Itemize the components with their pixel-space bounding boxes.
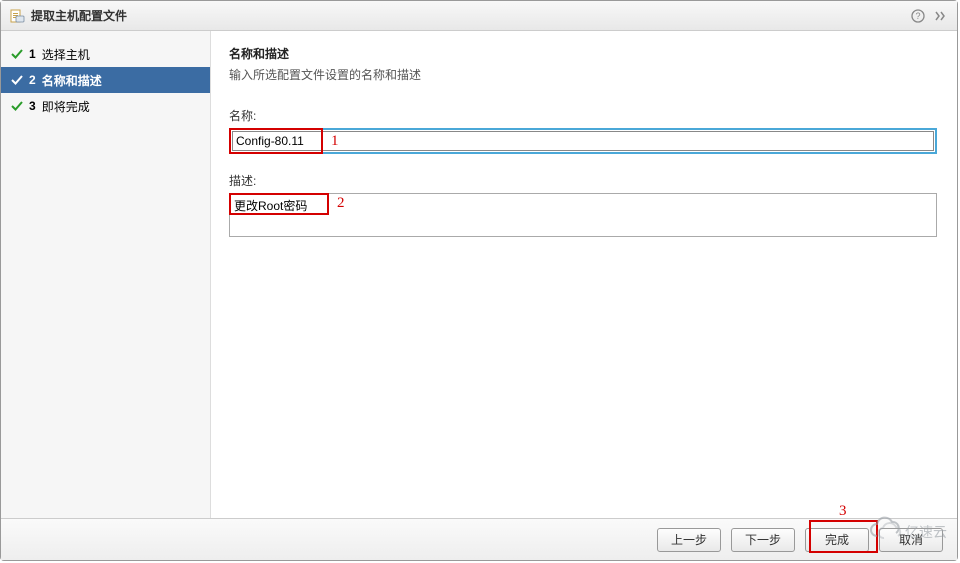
name-field-row: 名称: 1	[229, 107, 937, 154]
cancel-button[interactable]: 取消	[879, 528, 943, 552]
check-icon	[9, 98, 25, 114]
next-button[interactable]: 下一步	[731, 528, 795, 552]
wizard-dialog: 提取主机配置文件 ? 1 选择主机	[0, 0, 958, 561]
wizard-footer: 上一步 下一步 完成 取消	[1, 518, 957, 560]
finish-button[interactable]: 完成	[805, 528, 869, 552]
step-label: 名称和描述	[42, 72, 102, 89]
check-icon	[9, 72, 25, 88]
annotation-number-3: 3	[839, 503, 847, 520]
host-profile-icon	[9, 8, 25, 24]
step-number: 3	[29, 99, 36, 113]
prev-button[interactable]: 上一步	[657, 528, 721, 552]
name-label: 名称:	[229, 107, 937, 124]
main-subheading: 输入所选配置文件设置的名称和描述	[229, 66, 937, 83]
wizard-step-select-host[interactable]: 1 选择主机	[1, 41, 210, 67]
wizard-step-ready[interactable]: 3 即将完成	[1, 93, 210, 119]
desc-field-row: 描述: 2	[229, 172, 937, 240]
dialog-body: 1 选择主机 2 名称和描述 3 即将完成 名称和描述 输入所选配置文件设置的名…	[1, 31, 957, 518]
wizard-main: 名称和描述 输入所选配置文件设置的名称和描述 名称: 1 描述: 2	[211, 31, 957, 518]
wizard-sidebar: 1 选择主机 2 名称和描述 3 即将完成	[1, 31, 211, 518]
help-icon[interactable]: ?	[909, 7, 927, 25]
step-number: 1	[29, 47, 36, 61]
profile-desc-input[interactable]	[229, 193, 937, 237]
annotation-number-1: 1	[331, 133, 339, 150]
dialog-title: 提取主机配置文件	[31, 7, 905, 24]
svg-text:?: ?	[915, 11, 920, 21]
step-label: 即将完成	[42, 98, 90, 115]
wizard-step-name-desc[interactable]: 2 名称和描述	[1, 67, 210, 93]
main-heading: 名称和描述	[229, 45, 937, 62]
titlebar: 提取主机配置文件 ?	[1, 1, 957, 31]
check-icon	[9, 46, 25, 62]
step-label: 选择主机	[42, 46, 90, 63]
desc-label: 描述:	[229, 172, 937, 189]
annotation-number-2: 2	[337, 195, 345, 212]
step-number: 2	[29, 73, 36, 87]
expand-icon[interactable]	[931, 7, 949, 25]
